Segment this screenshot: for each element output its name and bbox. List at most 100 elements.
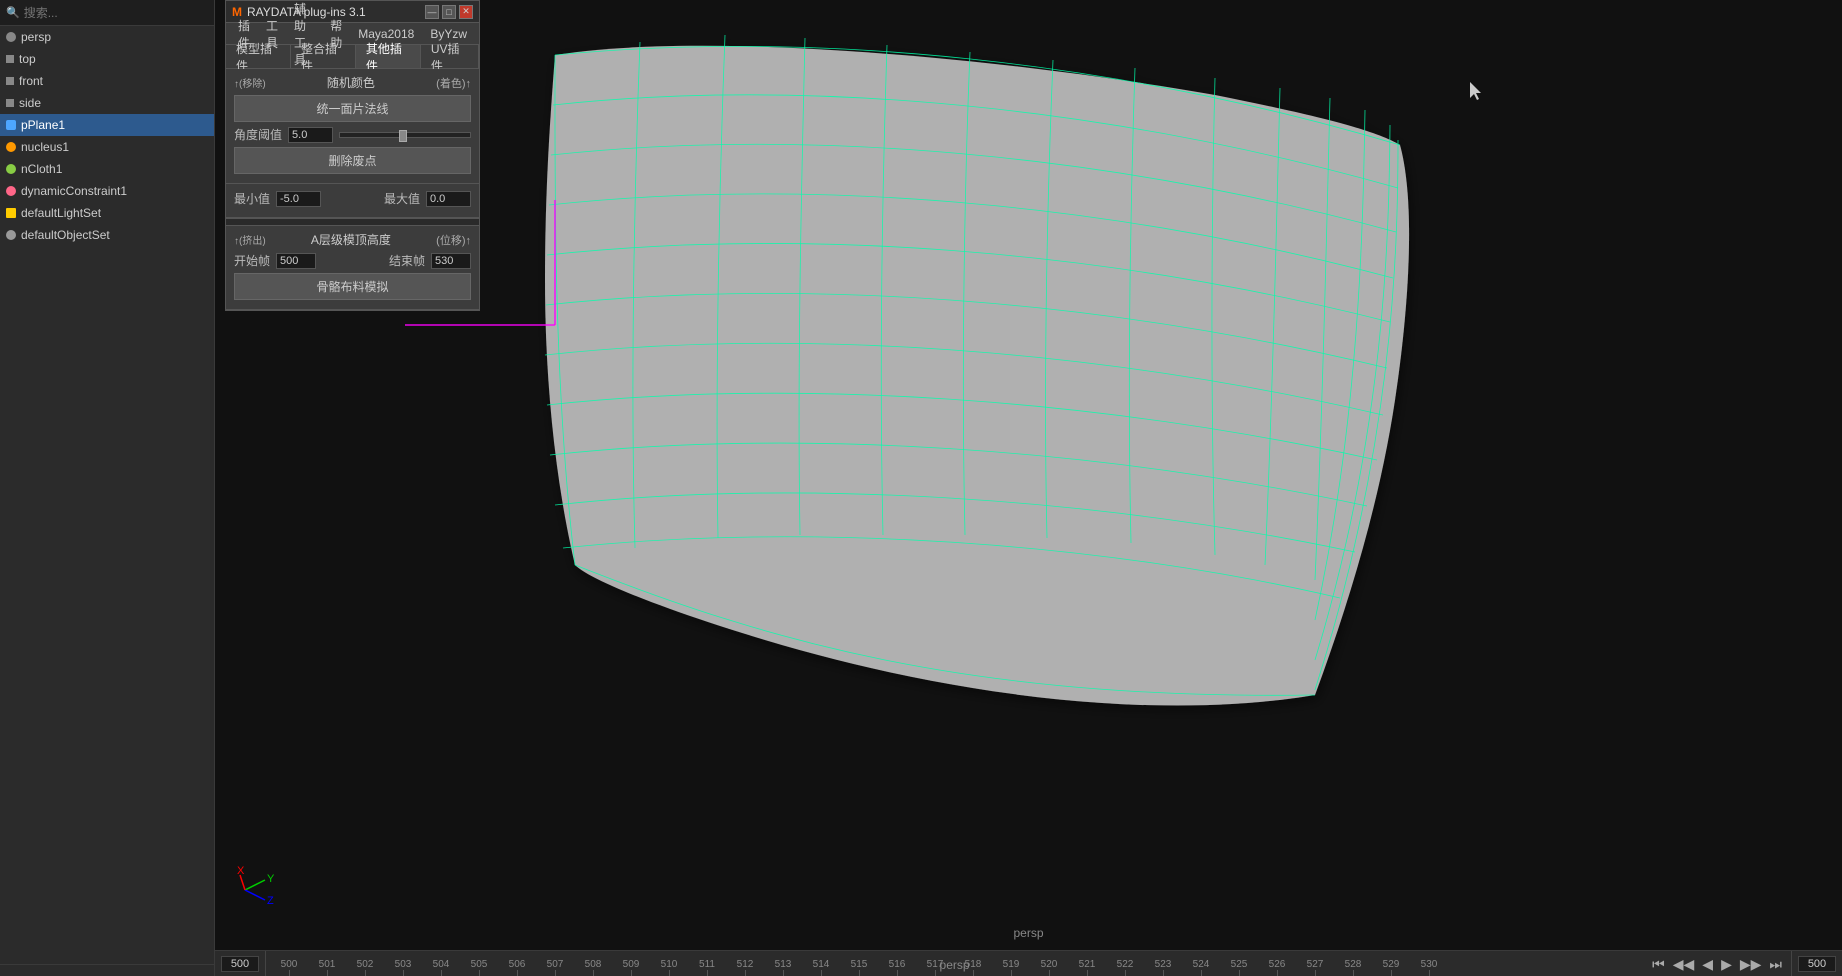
sidebar-item-label: dynamicConstraint1 bbox=[21, 184, 127, 198]
section-color-title: 随机颜色 bbox=[266, 74, 437, 91]
titlebar-buttons: — □ ✕ bbox=[425, 5, 473, 19]
plugin-tabs: 模型插件 整合插件 其他插件 UV插件 bbox=[226, 45, 479, 69]
skip-to-start-button[interactable]: ⏮ bbox=[1649, 957, 1668, 971]
next-key-button[interactable]: ▶▶ bbox=[1737, 957, 1765, 971]
sidebar-item-label: defaultObjectSet bbox=[21, 228, 110, 242]
tick-524: 524 bbox=[1182, 959, 1220, 976]
svg-text:Z: Z bbox=[267, 895, 274, 907]
sidebar-item-pplane1[interactable]: pPlane1 bbox=[0, 114, 214, 136]
section-extrude-badge: (位移)↑ bbox=[436, 232, 471, 248]
section-extrude-label: ↑(挤出) bbox=[234, 232, 266, 247]
sidebar-item-label: pPlane1 bbox=[21, 118, 65, 132]
search-icon: 🔍 bbox=[6, 6, 20, 19]
end-frame-input[interactable] bbox=[431, 253, 471, 269]
camera-icon bbox=[6, 32, 16, 42]
sidebar-item-objectset[interactable]: defaultObjectSet bbox=[0, 224, 214, 246]
close-button[interactable]: ✕ bbox=[459, 5, 473, 19]
sidebar-item-lightset[interactable]: defaultLightSet bbox=[0, 202, 214, 224]
tab-other-plugin[interactable]: 其他插件 bbox=[356, 45, 421, 68]
prev-frame-button[interactable]: ◀ bbox=[1699, 957, 1716, 971]
timeline-controls: ⏮ ◀◀ ◀ ▶ ▶▶ ⏭ bbox=[1643, 957, 1791, 971]
minimize-button[interactable]: — bbox=[425, 5, 439, 19]
start-frame-input[interactable] bbox=[276, 253, 316, 269]
tick-527: 527 bbox=[1296, 959, 1334, 976]
sidebar-item-label: nucleus1 bbox=[21, 140, 69, 154]
plugin-panel: M RAYDATA plug-ins 3.1 — □ ✕ 插件 工具 辅助工具 … bbox=[225, 0, 480, 311]
svg-text:X: X bbox=[237, 865, 245, 877]
panel-content: ↑(移除) 随机颜色 (着色)↑ 统一面片法线 角度阈值 删除废点 最小值 bbox=[226, 69, 479, 310]
tab-uv-plugin[interactable]: UV插件 bbox=[421, 45, 479, 68]
tick-509: 509 bbox=[612, 959, 650, 976]
tick-523: 523 bbox=[1144, 959, 1182, 976]
tick-500: 500 bbox=[270, 959, 308, 976]
tick-502: 502 bbox=[346, 959, 384, 976]
simulate-button[interactable]: 骨骼布料模拟 bbox=[234, 273, 471, 300]
cloth-icon bbox=[6, 164, 16, 174]
tick-515: 515 bbox=[840, 959, 878, 976]
min-label: 最小值 bbox=[234, 190, 270, 207]
sidebar-item-persp[interactable]: persp bbox=[0, 26, 214, 48]
section-color: ↑(移除) 随机颜色 (着色)↑ 统一面片法线 角度阈值 删除废点 bbox=[226, 69, 479, 184]
tick-506: 506 bbox=[498, 959, 536, 976]
viewport-persp-label: persp bbox=[940, 958, 970, 972]
sidebar-item-label: front bbox=[19, 74, 43, 88]
tick-522: 522 bbox=[1106, 959, 1144, 976]
sidebar-item-label: defaultLightSet bbox=[21, 206, 101, 220]
timeline-start-frame[interactable] bbox=[221, 956, 259, 972]
sidebar-item-label: nCloth1 bbox=[21, 162, 62, 176]
timeline-ruler[interactable]: 500 501 502 503 504 505 506 507 508 509 … bbox=[266, 951, 1643, 976]
camera-icon bbox=[6, 55, 14, 63]
panel-divider bbox=[226, 218, 479, 226]
sidebar-item-nucleus1[interactable]: nucleus1 bbox=[0, 136, 214, 158]
sidebar-item-dynamic-constraint[interactable]: dynamicConstraint1 bbox=[0, 180, 214, 202]
tick-528: 528 bbox=[1334, 959, 1372, 976]
section-extrude-title: A层级模顶高度 bbox=[266, 231, 437, 248]
angle-threshold-slider[interactable] bbox=[339, 132, 471, 138]
prev-key-button[interactable]: ◀◀ bbox=[1670, 957, 1698, 971]
mesh-icon bbox=[6, 120, 16, 130]
camera-icon bbox=[6, 99, 14, 107]
tick-514: 514 bbox=[802, 959, 840, 976]
sidebar-hscrollbar[interactable] bbox=[0, 964, 214, 976]
constraint-icon bbox=[6, 186, 16, 196]
unify-normals-button[interactable]: 统一面片法线 bbox=[234, 95, 471, 122]
skip-to-end-button[interactable]: ⏭ bbox=[1766, 957, 1785, 971]
sidebar-item-front[interactable]: front bbox=[0, 70, 214, 92]
nucleus-icon bbox=[6, 142, 16, 152]
camera-icon bbox=[6, 77, 14, 85]
sidebar-item-side[interactable]: side bbox=[0, 92, 214, 114]
angle-threshold-input[interactable] bbox=[288, 127, 333, 143]
sidebar-item-label: top bbox=[19, 52, 36, 66]
next-frame-button[interactable]: ▶ bbox=[1718, 957, 1735, 971]
lightset-icon bbox=[6, 208, 16, 218]
section-header-color: ↑(移除) 随机颜色 (着色)↑ bbox=[234, 74, 471, 91]
tick-520: 520 bbox=[1030, 959, 1068, 976]
tick-529: 529 bbox=[1372, 959, 1410, 976]
tick-508: 508 bbox=[574, 959, 612, 976]
tick-504: 504 bbox=[422, 959, 460, 976]
tick-507: 507 bbox=[536, 959, 574, 976]
min-input[interactable] bbox=[276, 191, 321, 207]
tick-511: 511 bbox=[688, 959, 726, 976]
search-input[interactable] bbox=[24, 6, 208, 20]
max-input[interactable] bbox=[426, 191, 471, 207]
section-color-badge: (着色)↑ bbox=[436, 75, 471, 91]
timeline-end-frame[interactable] bbox=[1798, 956, 1836, 972]
tick-501: 501 bbox=[308, 959, 346, 976]
delete-verts-button[interactable]: 删除废点 bbox=[234, 147, 471, 174]
angle-threshold-row: 角度阈值 bbox=[234, 126, 471, 143]
restore-button[interactable]: □ bbox=[442, 5, 456, 19]
search-bar[interactable]: 🔍 bbox=[0, 0, 214, 26]
tab-model-plugin[interactable]: 模型插件 bbox=[226, 45, 291, 68]
sidebar-item-top[interactable]: top bbox=[0, 48, 214, 70]
sidebar-item-ncloth1[interactable]: nCloth1 bbox=[0, 158, 214, 180]
tick-516: 516 bbox=[878, 959, 916, 976]
tick-513: 513 bbox=[764, 959, 802, 976]
tab-integrate-plugin[interactable]: 整合插件 bbox=[291, 45, 356, 68]
sidebar: 🔍 persp top front side pPlane1 bbox=[0, 0, 215, 976]
section-minmax: 最小值 最大值 bbox=[226, 184, 479, 218]
frame-range-row: 开始帧 结束帧 bbox=[234, 252, 471, 269]
angle-threshold-label: 角度阈值 bbox=[234, 126, 282, 143]
end-frame-label: 结束帧 bbox=[389, 252, 425, 269]
objectset-icon bbox=[6, 230, 16, 240]
